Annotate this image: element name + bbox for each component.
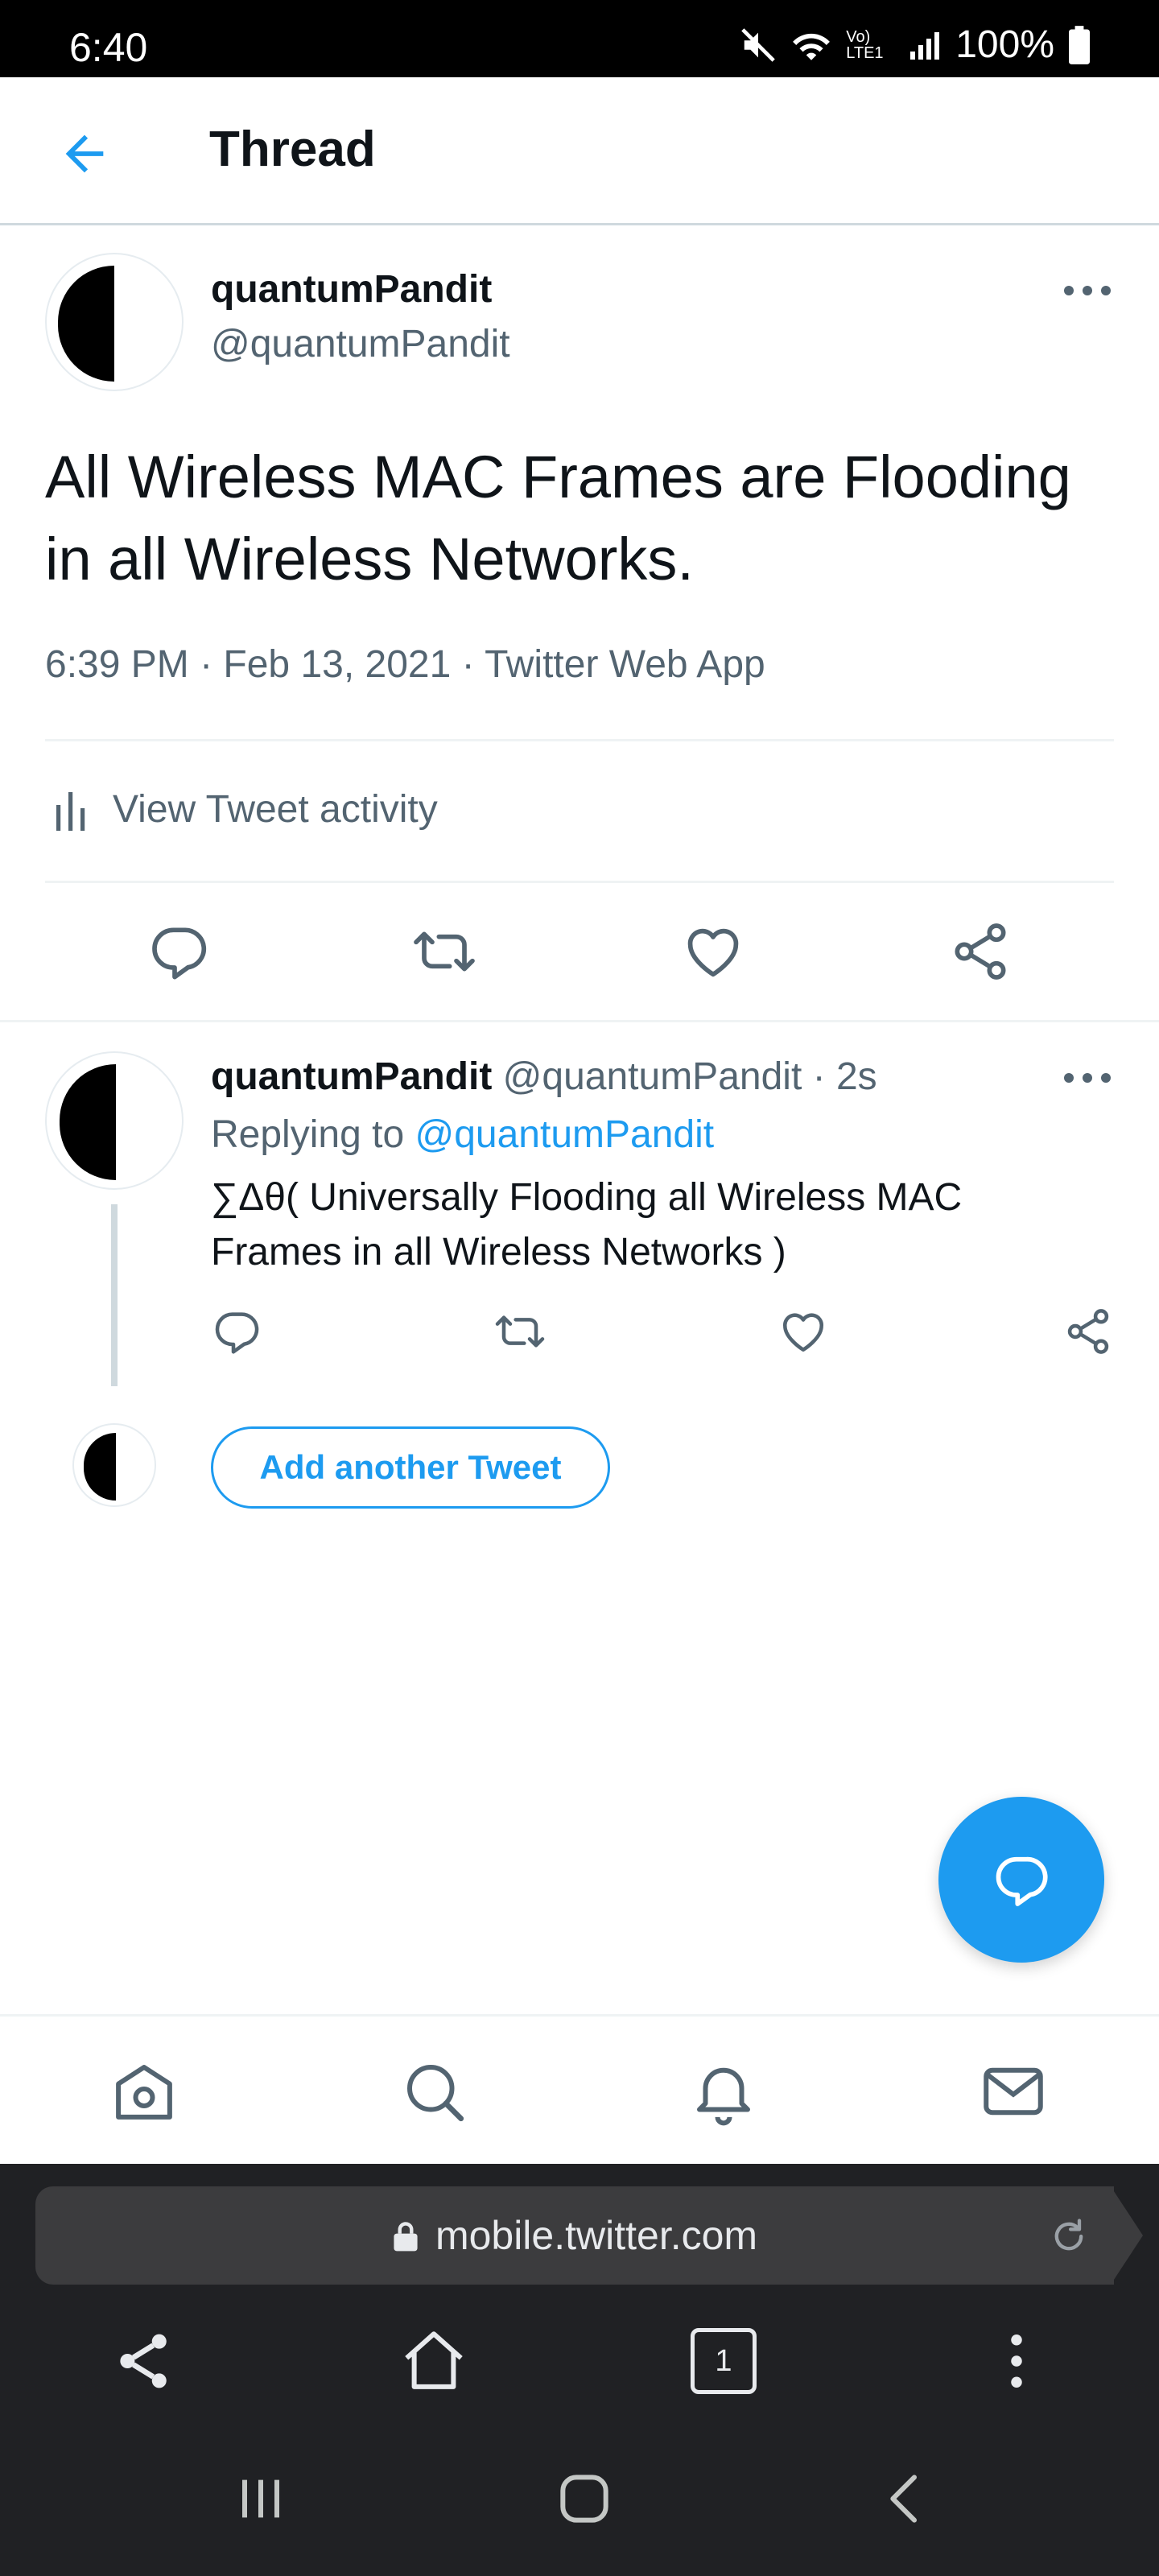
wifi-icon bbox=[793, 33, 831, 60]
activity-icon[interactable] bbox=[55, 789, 87, 831]
signal-icon bbox=[910, 31, 940, 60]
thread-header: Thread bbox=[0, 77, 1159, 225]
author-handle[interactable]: @quantumPandit bbox=[211, 322, 510, 366]
share-icon[interactable] bbox=[1062, 1306, 1114, 1357]
recents-icon[interactable] bbox=[229, 2467, 293, 2531]
reply-icon bbox=[996, 1856, 1048, 1906]
thread-line bbox=[111, 1204, 118, 1386]
avatar[interactable] bbox=[45, 1051, 184, 1190]
menu-icon[interactable] bbox=[980, 2325, 1053, 2397]
battery-icon bbox=[1069, 25, 1090, 64]
like-icon[interactable] bbox=[681, 919, 745, 984]
url-text: mobile.twitter.com bbox=[435, 2213, 758, 2258]
notifications-icon[interactable] bbox=[687, 2055, 760, 2128]
home-icon[interactable] bbox=[398, 2325, 470, 2397]
author-name[interactable]: quantumPandit bbox=[211, 1055, 492, 1098]
home-button-icon[interactable] bbox=[552, 2467, 617, 2531]
compose-reply-button[interactable] bbox=[938, 1797, 1104, 1963]
bottom-nav bbox=[0, 2014, 1159, 2164]
avatar[interactable] bbox=[45, 253, 184, 391]
tab-count: 1 bbox=[715, 2343, 732, 2378]
author-handle[interactable]: @quantumPandit bbox=[503, 1055, 802, 1098]
author-name[interactable]: quantumPandit bbox=[211, 267, 492, 312]
share-icon[interactable] bbox=[948, 919, 1013, 984]
url-bar[interactable]: mobile.twitter.com bbox=[35, 2186, 1114, 2285]
battery-percent: 100% bbox=[955, 23, 1054, 66]
like-icon[interactable] bbox=[777, 1306, 829, 1357]
replying-handle[interactable]: @quantumPandit bbox=[415, 1113, 714, 1156]
messages-icon[interactable] bbox=[977, 2055, 1050, 2128]
divider bbox=[45, 881, 1114, 883]
home-icon[interactable] bbox=[108, 2055, 180, 2128]
status-time: 6:40 bbox=[69, 25, 148, 70]
status-bar: 6:40 Vo) LTE1 100% bbox=[0, 0, 1159, 77]
view-tweet-activity[interactable]: View Tweet activity bbox=[113, 787, 438, 832]
share-icon[interactable] bbox=[108, 2325, 180, 2397]
tabs-button[interactable]: 1 bbox=[691, 2328, 757, 2394]
replying-prefix: Replying to bbox=[211, 1113, 405, 1156]
tweet-time: · 2s bbox=[812, 1055, 877, 1098]
status-icons: Vo) LTE1 100% bbox=[740, 23, 1090, 67]
search-icon[interactable] bbox=[398, 2055, 470, 2128]
reply-header: quantumPandit @quantumPandit · 2s bbox=[211, 1055, 877, 1099]
main-tweet[interactable]: quantumPandit @quantumPandit All Wireles… bbox=[0, 225, 1159, 1022]
back-icon[interactable] bbox=[874, 2467, 938, 2531]
back-arrow-icon[interactable] bbox=[56, 126, 113, 182]
retweet-icon[interactable] bbox=[494, 1306, 546, 1357]
mute-icon bbox=[741, 27, 776, 62]
more-options-icon[interactable] bbox=[1059, 279, 1116, 303]
divider bbox=[45, 739, 1114, 741]
tweet-meta: 6:39 PM · Feb 13, 2021 · Twitter Web App bbox=[45, 643, 765, 686]
add-another-tweet-button[interactable]: Add another Tweet bbox=[211, 1426, 610, 1509]
network-label: Vo) LTE1 bbox=[846, 27, 884, 62]
url-bar-arrow bbox=[1111, 2186, 1143, 2285]
reload-icon[interactable] bbox=[1048, 2215, 1090, 2257]
more-options-icon[interactable] bbox=[1059, 1066, 1116, 1090]
retweet-icon[interactable] bbox=[412, 919, 476, 984]
tweet-text: All Wireless MAC Frames are Flooding in … bbox=[45, 444, 1071, 592]
replying-to: Replying to @quantumPandit bbox=[211, 1113, 714, 1157]
url-display[interactable]: mobile.twitter.com bbox=[35, 2186, 1114, 2285]
avatar bbox=[72, 1423, 156, 1507]
tweet-text: ∑Δθ( Universally Flooding all Wireless M… bbox=[211, 1176, 963, 1274]
lock-icon bbox=[394, 2222, 418, 2252]
reply-icon[interactable] bbox=[146, 919, 211, 984]
page-title: Thread bbox=[209, 122, 376, 177]
reply-icon[interactable] bbox=[211, 1306, 262, 1357]
